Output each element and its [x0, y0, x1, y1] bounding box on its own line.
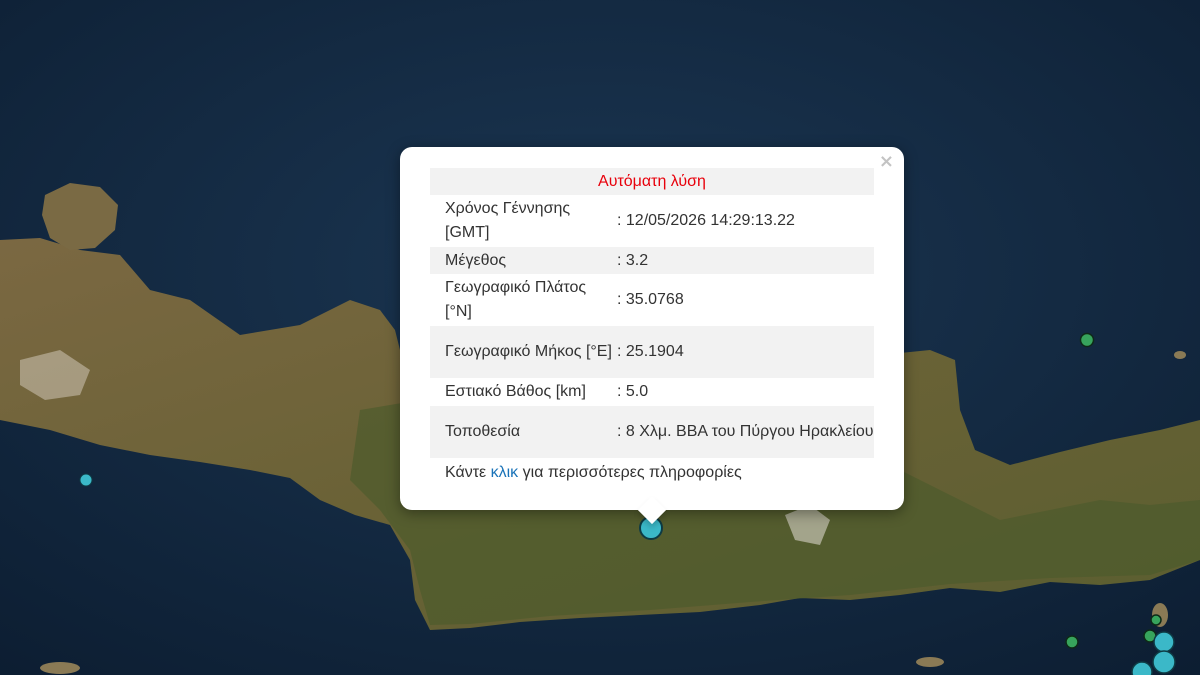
row-label: Μέγεθος [430, 247, 617, 274]
row-label: Χρόνος Γέννησης [GMT] [445, 200, 571, 241]
table-row: Εστιακό Βάθος [km] : 5.0 [430, 378, 874, 406]
table-row: Τοποθεσία : 8 Χλμ. ΒΒΑ του Πύργου Ηρακλε… [430, 406, 874, 458]
earthquake-marker[interactable] [1131, 661, 1153, 675]
more-info-prefix: Κάντε [445, 464, 491, 481]
table-row: Μέγεθος : 3.2 [430, 247, 874, 274]
more-info-text: Κάντε κλικ για περισσότερες πληροφορίες [430, 462, 874, 484]
row-value: : 8 Χλμ. ΒΒΑ του Πύργου Ηρακλείου [617, 406, 874, 458]
popup-title: Αυτόματη λύση [430, 168, 874, 195]
table-row: Χρόνος Γέννησης [GMT] : 12/05/2026 14:29… [430, 195, 874, 247]
earthquake-marker[interactable] [1152, 650, 1176, 674]
islet-small [40, 662, 80, 674]
earthquake-marker[interactable] [1153, 631, 1175, 653]
row-value: : 35.0768 [617, 291, 684, 308]
popup-content: Αυτόματη λύση Χρόνος Γέννησης [GMT] : 12… [430, 168, 874, 484]
details-table: Χρόνος Γέννησης [GMT] : 12/05/2026 14:29… [430, 195, 874, 458]
table-row: Γεωγραφικό Πλάτος [°N] : 35.0768 [430, 274, 874, 326]
row-value: : 12/05/2026 14:29:13.22 [617, 212, 795, 229]
islet-small [916, 657, 944, 667]
close-icon[interactable]: × [879, 153, 894, 171]
more-info-suffix: για περισσότερες πληροφορίες [518, 464, 742, 481]
row-label: Γεωγραφικό Μήκος [°E] [430, 326, 617, 378]
row-value: : 5.0 [617, 383, 649, 400]
earthquake-marker[interactable] [79, 473, 93, 487]
row-value: : 25.1904 [617, 326, 874, 378]
islet-small [1174, 351, 1186, 359]
earthquake-marker[interactable] [1079, 332, 1095, 348]
row-label: Γεωγραφικό Πλάτος [°N] [445, 279, 587, 320]
earthquake-popup: × Αυτόματη λύση Χρόνος Γέννησης [GMT] : … [400, 147, 904, 525]
more-info-link[interactable]: κλικ [491, 464, 519, 481]
earthquake-marker[interactable] [1150, 614, 1162, 626]
table-row: Γεωγραφικό Μήκος [°E] : 25.1904 [430, 326, 874, 378]
row-label: Τοποθεσία [430, 406, 617, 458]
row-value: : 3.2 [617, 247, 874, 274]
earthquake-marker[interactable] [1065, 635, 1079, 649]
row-label: Εστιακό Βάθος [km] [445, 383, 586, 400]
